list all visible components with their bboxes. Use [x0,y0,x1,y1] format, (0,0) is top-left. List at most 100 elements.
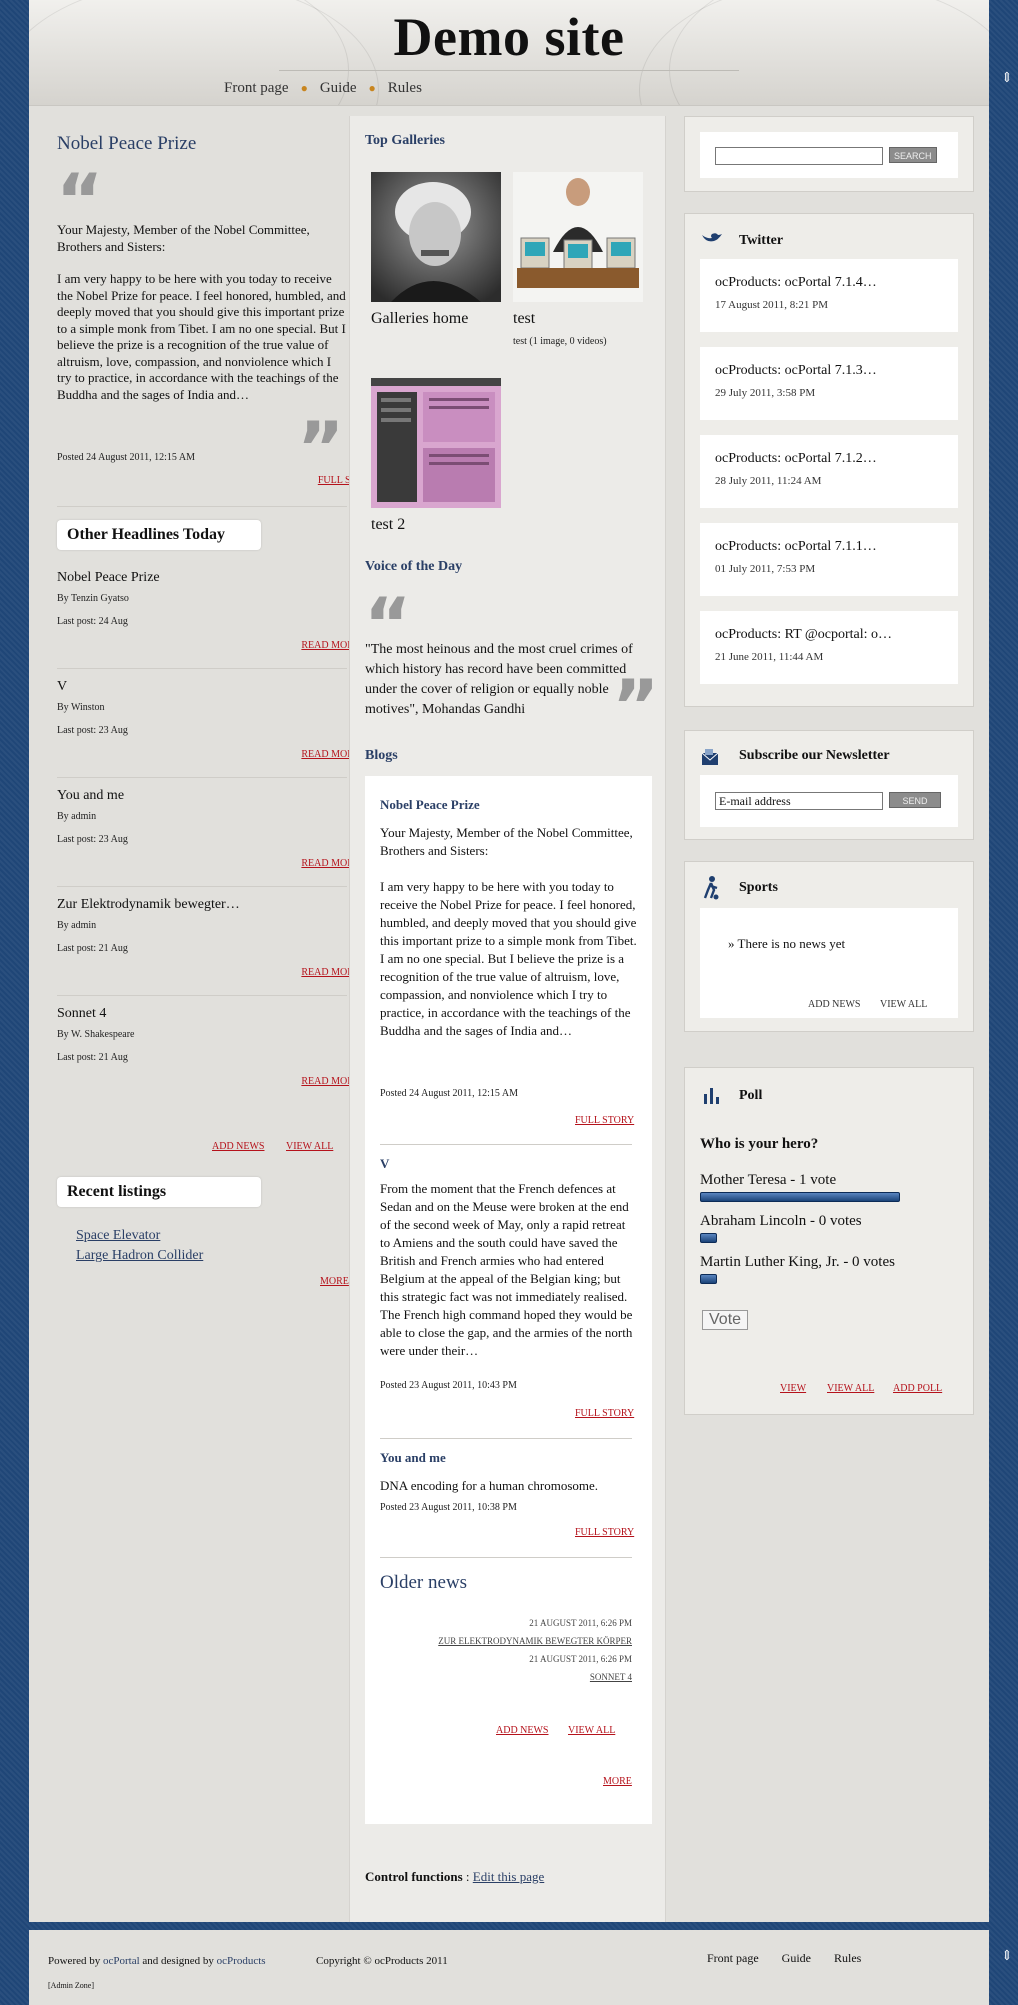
view-all-link[interactable]: VIEW ALL [568,1725,615,1736]
voice-of-the-day-title: Voice of the Day [365,559,463,574]
add-news-link[interactable]: ADD NEWS [212,1141,265,1152]
gallery-thumbnail[interactable] [513,172,643,302]
listing-link[interactable]: Large Hadron Collider [76,1248,203,1263]
older-news-title: Older news [380,1572,468,1593]
site-header: Demo site Front page ● Guide ● Rules [29,0,989,106]
more-link[interactable]: MORE [603,1776,632,1787]
ocproducts-link[interactable]: ocProducts [217,1955,266,1967]
email-field[interactable] [715,792,883,810]
nav-rules[interactable]: Rules [388,80,422,96]
view-all-link[interactable]: VIEW ALL [880,999,927,1010]
tweet-date: 01 July 2011, 7:53 PM [715,563,816,575]
recent-listings-heading: Recent listings [57,1177,261,1207]
ocportal-link[interactable]: ocPortal [103,1955,140,1967]
poll-option: Abraham Lincoln - 0 votes [700,1213,862,1229]
expand-icon[interactable]: ⇕ [998,1948,1016,1966]
page-container: Demo site Front page ● Guide ● Rules Nobel P… [29,0,989,1922]
main-navigation: Front page ● Guide ● Rules [224,80,422,96]
footer-nav: Front page Guide Rules [707,1951,861,1966]
center-column: Top Galleries Galleries home test test (… [349,116,666,1922]
tweet-text[interactable]: ocProducts: ocPortal 7.1.1… [715,539,877,555]
add-news-link[interactable]: ADD NEWS [496,1725,549,1736]
blog-entry-body: DNA encoding for a human chromosome. [380,1478,599,1493]
list-item: V By Winston Last post: 23 Aug READ MORE [57,679,360,788]
list-item: Nobel Peace Prize By Tenzin Gyatso Last … [57,570,360,679]
poll-bar [700,1192,900,1202]
twitter-block: Twitter ocProducts: ocPortal 7.1.4… 17 A… [684,213,974,707]
tweet: ocProducts: ocPortal 7.1.1… 01 July 2011… [700,523,958,596]
tweet-text[interactable]: ocProducts: ocPortal 7.1.4… [715,275,877,291]
blog-entry-title[interactable]: Nobel Peace Prize [380,797,480,813]
poll-block: Poll Who is your hero? Mother Teresa - 1… [684,1067,974,1415]
search-input[interactable] [715,147,883,165]
headline-title[interactable]: V [57,679,347,695]
headline-last-post: Last post: 24 Aug [57,616,128,627]
gallery-thumbnail[interactable] [371,378,501,508]
older-news-link[interactable]: ZUR ELEKTRODYNAMIK BEWEGTER KÖRPER [438,1636,632,1646]
gallery-thumbnail[interactable] [371,172,501,302]
headline-title[interactable]: Sonnet 4 [57,1006,347,1022]
poll-bar [700,1274,717,1284]
vote-button[interactable]: Vote [702,1310,749,1330]
headline-title[interactable]: You and me [57,788,347,804]
full-story-link[interactable]: FULL STORY [575,1527,634,1538]
add-news-link[interactable]: ADD NEWS [808,999,861,1010]
more-link[interactable]: MORE [320,1276,349,1287]
headline-title[interactable]: Nobel Peace Prize [57,570,347,586]
sports-block: Sports » There is no news yet ADD NEWS V… [684,861,974,1032]
top-galleries-title: Top Galleries [365,133,445,148]
headline-author: By admin [57,920,97,931]
footer-nav-rules[interactable]: Rules [834,1951,861,1965]
headline-last-post: Last post: 21 Aug [57,943,128,954]
tweet-text[interactable]: ocProducts: ocPortal 7.1.3… [715,363,877,379]
older-news-link[interactable]: SONNET 4 [590,1672,632,1682]
blogs-title: Blogs [365,748,398,763]
control-functions: Control functions : Edit this page [365,1869,544,1885]
poll-option: Martin Luther King, Jr. - 0 votes [700,1254,895,1270]
listing-link[interactable]: Space Elevator [76,1228,160,1243]
add-poll-link[interactable]: ADD POLL [893,1383,942,1394]
list-item: Zur Elektrodynamik bewegter… By admin La… [57,897,360,1006]
blog-entry-title[interactable]: You and me [380,1450,446,1466]
tweet-date: 21 June 2011, 11:44 AM [715,651,824,663]
admin-zone-link[interactable]: [Admin Zone] [48,1981,94,1990]
newsletter-icon [701,749,719,765]
news-title[interactable]: Nobel Peace Prize [57,133,196,155]
full-story-link[interactable]: FULL STORY [575,1115,634,1126]
blog-posted-date: Posted 23 August 2011, 10:38 PM [380,1502,517,1513]
quote-close-icon: ” [297,406,345,490]
view-all-link[interactable]: VIEW ALL [286,1141,333,1152]
nav-front-page[interactable]: Front page [224,80,289,96]
sports-empty-message: » There is no news yet [728,936,846,951]
edit-page-link[interactable]: Edit this page [473,1869,545,1884]
view-all-polls-link[interactable]: VIEW ALL [827,1383,874,1394]
blog-entry-title[interactable]: V [380,1156,389,1172]
blog-paragraph: Your Majesty, Member of the Nobel Commit… [380,825,633,858]
copyright: Copyright © ocProducts 2011 [316,1955,448,1967]
gallery-label[interactable]: test 2 [371,516,405,534]
bar-chart-icon [704,1088,719,1104]
footer-nav-front-page[interactable]: Front page [707,1951,759,1965]
tweet: ocProducts: ocPortal 7.1.4… 17 August 20… [700,259,958,332]
blog-posted-date: Posted 23 August 2011, 10:43 PM [380,1380,517,1391]
headline-title[interactable]: Zur Elektrodynamik bewegter… [57,897,347,913]
gallery-label[interactable]: test [513,310,535,328]
full-story-link[interactable]: FULL STORY [575,1408,634,1419]
gallery-label[interactable]: Galleries home [371,310,468,328]
tweet-text[interactable]: ocProducts: ocPortal 7.1.2… [715,451,877,467]
poll-question: Who is your hero? [700,1136,819,1152]
headlines-list: Nobel Peace Prize By Tenzin Gyatso Last … [57,570,360,1115]
older-news-list: 21 AUGUST 2011, 6:26 PM ZUR ELEKTRODYNAM… [438,1614,632,1686]
send-button[interactable]: SEND [889,792,941,808]
footer-nav-guide[interactable]: Guide [782,1951,811,1965]
headline-last-post: Last post: 23 Aug [57,834,128,845]
older-news-date: 21 AUGUST 2011, 6:26 PM [529,1654,632,1664]
headline-last-post: Last post: 21 Aug [57,1052,128,1063]
gallery-subtitle: test (1 image, 0 videos) [513,336,607,347]
nav-guide[interactable]: Guide [320,80,357,96]
tweet-text[interactable]: ocProducts: RT @ocportal: o… [715,627,892,643]
tweet-date: 17 August 2011, 8:21 PM [715,299,828,311]
view-poll-link[interactable]: VIEW [780,1383,806,1394]
search-button[interactable]: SEARCH [889,147,937,163]
expand-icon[interactable]: ⇕ [998,70,1016,88]
